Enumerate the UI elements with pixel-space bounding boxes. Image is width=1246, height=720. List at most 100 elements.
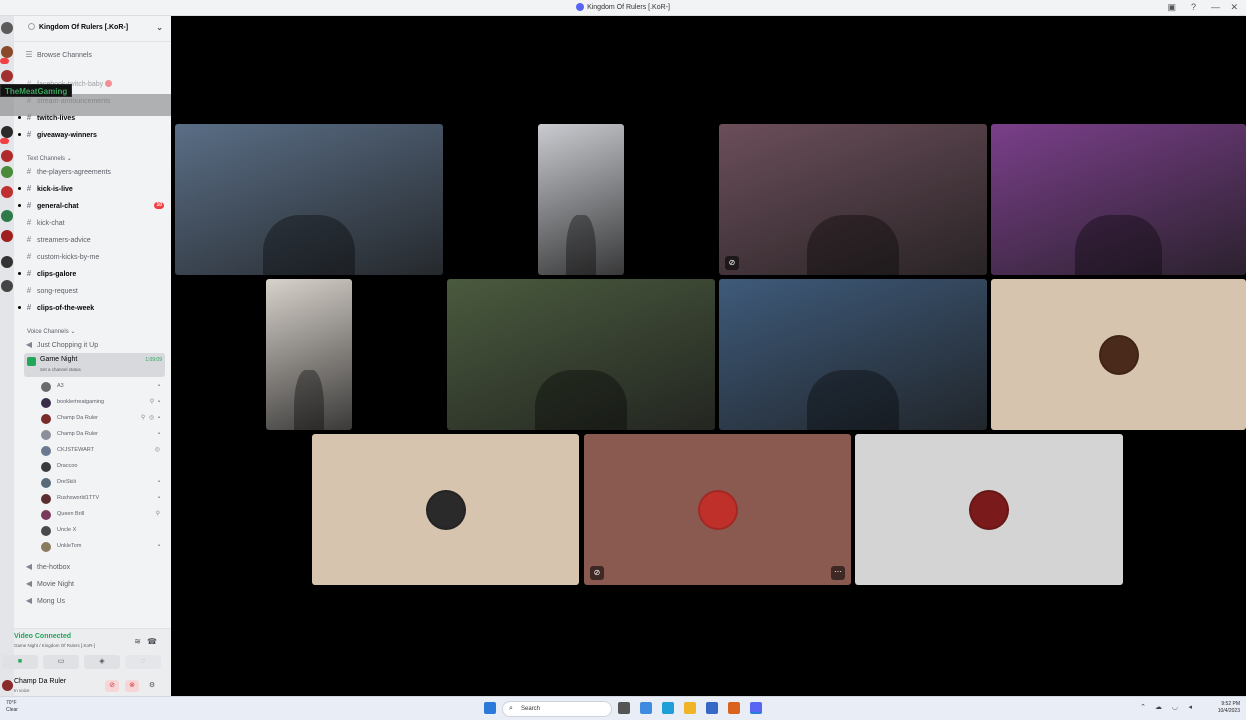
- app-icon[interactable]: [728, 702, 740, 714]
- voice-user[interactable]: A3 ▪: [41, 379, 165, 394]
- channel-item[interactable]: # song-request: [24, 283, 166, 298]
- voice-channel[interactable]: ◀ Mong Us: [24, 593, 166, 608]
- voice-user[interactable]: Champ Da Ruler ▪: [41, 427, 165, 442]
- live-dot-icon: [105, 80, 113, 87]
- unread-badge: [0, 138, 9, 144]
- voice-user[interactable]: Queen Brill ⚲: [41, 507, 165, 522]
- unread-dot: [18, 306, 21, 309]
- voice-user[interactable]: Champ Da Ruler ⚲ ◎ ▪: [41, 411, 165, 426]
- voice-channel[interactable]: ◀ Movie Night: [24, 576, 166, 591]
- voice-user[interactable]: UnkleTom ▪: [41, 539, 165, 554]
- server-icon[interactable]: [1, 210, 13, 222]
- file-explorer-icon[interactable]: [684, 702, 696, 714]
- minimize-icon[interactable]: —: [1211, 2, 1220, 12]
- text-category[interactable]: Text Channels ⌄: [27, 155, 72, 162]
- voice-user[interactable]: Draccoo: [41, 459, 165, 474]
- server-icon[interactable]: [1, 126, 13, 138]
- voice-channel[interactable]: ◀ the-hotbox: [24, 559, 166, 574]
- windows-start-icon[interactable]: [484, 702, 496, 714]
- taskbar-clock[interactable]: 9:52 PM 10/4/2023: [1218, 701, 1240, 715]
- server-icon[interactable]: [1, 150, 13, 162]
- server-header[interactable]: Kingdom Of Rulers [.KoR-] ⌄: [14, 16, 171, 42]
- channel-item[interactable]: # custom-kicks-by-me: [24, 249, 166, 264]
- inbox-icon[interactable]: ▣: [1167, 2, 1176, 13]
- browse-channels[interactable]: ☰ Browse Channels: [24, 47, 166, 62]
- participant-avatar-tile[interactable]: ⊘ ⋯: [584, 434, 851, 585]
- voice-user[interactable]: Uncle X: [41, 523, 165, 538]
- server-icon[interactable]: [1, 70, 13, 82]
- streamer-name-tag: TheMeatGaming: [0, 84, 73, 97]
- active-voice-channel[interactable]: Game Night Set a channel status 1:09:09: [24, 353, 165, 377]
- muted-mic-icon: ⊘: [725, 256, 739, 270]
- server-icon[interactable]: [1, 46, 13, 58]
- avatar: [969, 489, 1009, 530]
- channel-item[interactable]: # kick-chat: [24, 215, 166, 230]
- window-titlebar: Kingdom Of Rulers [.KoR-] ▣ ? — ✕: [0, 0, 1246, 16]
- server-icon[interactable]: [1, 280, 13, 292]
- channel-item[interactable]: # giveaway-winners: [18, 127, 166, 142]
- onedrive-icon[interactable]: ☁: [1155, 703, 1162, 711]
- edge-icon[interactable]: [662, 702, 674, 714]
- discord-taskbar-icon[interactable]: [750, 702, 762, 714]
- avatar: [41, 414, 51, 424]
- voice-user[interactable]: DreSkiii ▪: [41, 475, 165, 490]
- voice-user[interactable]: CKJSTEWART ◎: [41, 443, 165, 458]
- hash-icon: #: [26, 303, 32, 312]
- participant-avatar-tile[interactable]: [855, 434, 1123, 585]
- channel-item[interactable]: # streamers-advice: [24, 232, 166, 247]
- clock-date: 10/4/2023: [1217, 708, 1240, 714]
- volume-icon[interactable]: ◂: [1188, 703, 1192, 711]
- avatar: [41, 478, 51, 488]
- server-icon[interactable]: [1, 230, 13, 242]
- voice-category[interactable]: Voice Channels ⌄: [27, 328, 75, 335]
- task-view-icon[interactable]: [618, 702, 630, 714]
- hash-icon: #: [26, 218, 32, 227]
- channel-item[interactable]: # clips-galore: [18, 266, 166, 281]
- server-icon[interactable]: [1, 186, 13, 198]
- participant-avatar-tile[interactable]: [991, 279, 1246, 430]
- app-icon[interactable]: [640, 702, 652, 714]
- help-icon[interactable]: ?: [1191, 2, 1196, 12]
- channel-item[interactable]: # clips-of-the-week: [18, 300, 166, 315]
- speaker-icon: ◀: [25, 340, 33, 349]
- participant-silhouette: [535, 369, 627, 430]
- unread-badge: [0, 58, 9, 64]
- weather-widget[interactable]: 70°F Clear: [6, 700, 18, 714]
- channel-item[interactable]: # the-players-agreements: [24, 164, 166, 179]
- voice-user-status-icons: ▪: [157, 479, 161, 485]
- voice-user[interactable]: Rushsworld1TTV ▪: [41, 491, 165, 506]
- participant-video-tile[interactable]: [447, 279, 715, 430]
- channel-item[interactable]: # kick-is-live: [18, 181, 166, 196]
- hash-icon: #: [26, 269, 32, 278]
- participant-video-tile[interactable]: [719, 279, 987, 430]
- more-options-icon[interactable]: ⋯: [831, 566, 845, 580]
- hash-icon: #: [26, 201, 32, 210]
- voice-channel[interactable]: ◀ Just Chopping it Up: [24, 337, 166, 352]
- voice-channel-status[interactable]: Set a channel status: [40, 367, 81, 372]
- participant-video-tile[interactable]: [538, 124, 624, 275]
- tray-chevron-icon[interactable]: ⌃: [1140, 703, 1146, 711]
- avatar: [41, 494, 51, 504]
- participant-video-tile[interactable]: [175, 124, 443, 275]
- voice-user-status-icons: ▪: [157, 495, 161, 501]
- server-icon[interactable]: [1, 22, 13, 34]
- avatar: [41, 462, 51, 472]
- participant-silhouette: [566, 214, 596, 275]
- participant-video-tile[interactable]: [991, 124, 1246, 275]
- server-icon[interactable]: [1, 166, 13, 178]
- close-icon[interactable]: ✕: [1230, 2, 1238, 13]
- participant-video-tile[interactable]: [266, 279, 352, 430]
- taskbar-search[interactable]: ⌕ Search: [502, 701, 612, 717]
- app-icon[interactable]: [706, 702, 718, 714]
- search-label: Search: [521, 706, 541, 712]
- network-icon[interactable]: ◡: [1172, 703, 1178, 711]
- voice-user-name: Rushsworld1TTV: [57, 495, 100, 501]
- discord-logo-icon: [576, 3, 585, 11]
- participant-video-tile[interactable]: ⊘: [719, 124, 987, 275]
- channel-item[interactable]: # general-chat 10: [18, 198, 166, 213]
- voice-user[interactable]: booklertreatgaming ⚲ ▪: [41, 395, 165, 410]
- chevron-down-icon[interactable]: ⌄: [156, 23, 163, 32]
- server-icon[interactable]: [1, 256, 13, 268]
- speaker-icon: ◀: [25, 579, 33, 588]
- participant-avatar-tile[interactable]: [312, 434, 579, 585]
